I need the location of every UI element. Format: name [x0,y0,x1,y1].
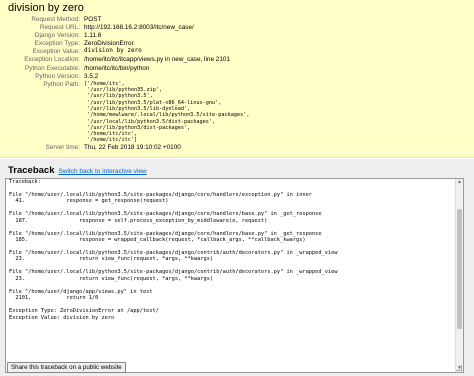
meta-value: http://192.168.16.2:8003/itc/new_case/ [84,24,194,32]
meta-label: Exception Value: [32,48,81,56]
meta-value: /home/itc/itc/itcapp/views.py in new_cas… [84,56,230,64]
meta-label: Exception Location: [24,56,80,64]
request-meta-table: Request Method: POST Request URL: http:/… [12,16,250,152]
meta-label: Exception Type: [34,40,80,48]
meta-value: /home/itc/itc/bin/python [84,64,150,72]
meta-row-request-url: Request URL: http://192.168.16.2:8003/it… [12,24,250,32]
meta-label: Python Executable: [24,64,80,72]
traceback-textarea[interactable]: Traceback: File "/home/user/.local/lib/p… [5,178,464,373]
traceback-scrollbar[interactable]: ▲ ▼ [455,179,463,372]
scroll-up-arrow-icon[interactable]: ▲ [456,179,463,186]
meta-row-python-path: Python Path: ['/home/itc', '/usr/lib/pyt… [12,80,250,144]
traceback-text[interactable]: Traceback: File "/home/user/.local/lib/p… [9,179,455,372]
share-traceback-button[interactable]: Share this traceback on a public website [7,362,126,373]
meta-label: Server time: [45,143,80,151]
page-title: division by zero [8,2,84,14]
meta-label: Request Method: [31,16,80,23]
meta-label: Request URL: [39,24,80,32]
meta-row-django-version: Django Version: 1.11.6 [12,32,250,40]
meta-row-exception-location: Exception Location: /home/itc/itc/itcapp… [12,56,250,64]
meta-row-exception-value: Exception Value: division by zero [12,48,250,56]
meta-row-python-executable: Python Executable: /home/itc/itc/bin/pyt… [12,65,250,73]
traceback-heading-text: Traceback [8,165,55,176]
meta-label: Python Path: [43,80,80,88]
traceback-heading: Traceback Switch back to interactive view [8,165,147,176]
meta-row-request-method: Request Method: POST [12,16,250,24]
meta-row-python-version: Python Version: 3.5.2 [12,73,250,81]
meta-row-server-time: Server time: Thu, 22 Feb 2018 19:10:02 +… [12,144,250,152]
meta-label: Python Version: [35,72,80,80]
resize-grip-icon[interactable] [456,365,462,371]
summary-panel: division by zero Request Method: POST Re… [0,0,474,158]
meta-value: 1.11.6 [84,32,102,40]
meta-value: division by zero [84,47,142,55]
meta-value: 3.5.2 [84,72,99,80]
scrollbar-thumb[interactable] [457,209,462,329]
meta-value: POST [84,16,102,23]
meta-value: ['/home/itc', '/usr/lib/python35.zip', '… [84,80,250,144]
meta-value: Thu, 22 Feb 2018 19:10:02 +0100 [84,143,181,151]
traceback-section: Traceback Switch back to interactive view… [0,159,474,376]
switch-interactive-view-link[interactable]: Switch back to interactive view [58,168,146,175]
meta-label: Django Version: [34,32,80,40]
